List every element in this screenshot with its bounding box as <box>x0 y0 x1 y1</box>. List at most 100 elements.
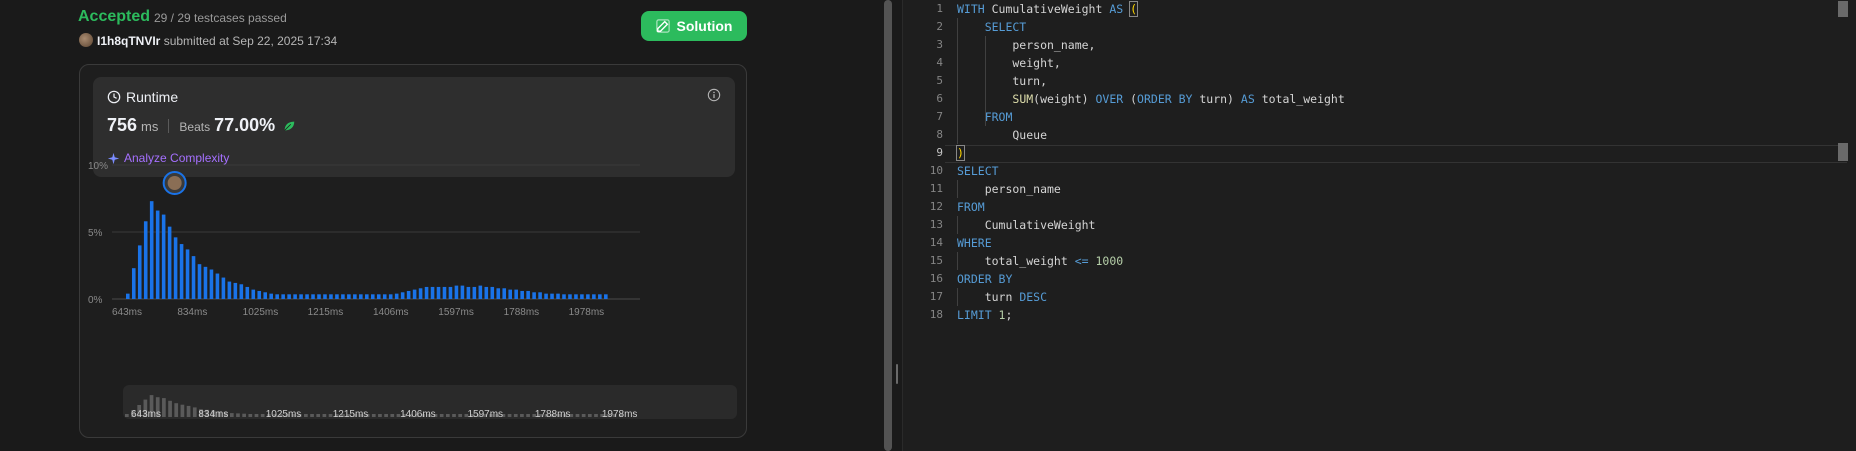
chart-bar <box>592 294 596 299</box>
chart-bar <box>143 221 148 299</box>
line-number: 16 <box>929 272 943 285</box>
avatar[interactable] <box>79 33 93 47</box>
line-number: 1 <box>936 2 943 15</box>
scrollbar[interactable] <box>884 0 892 451</box>
overview-bar <box>174 403 179 417</box>
code-token: ; <box>1005 308 1013 322</box>
chart-bar <box>574 294 578 299</box>
chart-bar <box>287 294 291 299</box>
chart-bar <box>478 285 483 299</box>
code-line[interactable]: person_name <box>957 180 1061 198</box>
line-number: 4 <box>936 56 943 69</box>
username-link[interactable]: I1h8qTNVIr <box>97 34 160 48</box>
chart-overview-scrubber[interactable]: 643ms 834ms 1025ms 1215ms 1406ms 1597ms 1788ms… <box>123 385 737 420</box>
code-line[interactable]: FROM <box>957 198 985 216</box>
code-line[interactable]: Queue <box>957 126 1047 144</box>
code-line[interactable]: SELECT <box>957 162 999 180</box>
code-token: person_name, <box>957 38 1096 52</box>
x-tick-label: 1597ms <box>438 307 474 318</box>
chart-bar <box>418 288 423 299</box>
code-line[interactable]: total_weight <= 1000 <box>957 252 1124 270</box>
line-number: 2 <box>936 20 943 33</box>
overview-bar <box>186 405 191 417</box>
chart-bar <box>454 285 459 299</box>
chart-bar <box>580 294 584 299</box>
chart-bar <box>299 294 303 299</box>
overview-bar <box>229 413 234 417</box>
overview-bar <box>390 414 395 417</box>
testcases-count: 29 / 29 testcases passed <box>154 11 287 25</box>
code-line[interactable]: weight, <box>957 54 1060 72</box>
overview-bar <box>507 414 512 417</box>
overview-chart: 643ms 834ms 1025ms 1215ms 1406ms 1597ms 1788ms… <box>125 395 638 420</box>
code-token: OVER <box>1095 92 1131 106</box>
chart-bar <box>257 290 262 299</box>
code-line[interactable]: SELECT <box>957 18 1027 36</box>
code-line[interactable]: ORDER BY <box>957 270 1012 288</box>
chart-bar <box>568 294 572 299</box>
overview-tick-label: 1406ms <box>400 409 436 419</box>
overview-bar <box>526 414 530 417</box>
code-line[interactable]: ) <box>956 144 965 162</box>
panel-splitter[interactable] <box>880 0 902 451</box>
chart-bar <box>400 292 405 299</box>
code-line[interactable]: WHERE <box>957 234 992 252</box>
overview-tick-label: 1025ms <box>266 409 302 419</box>
chart-bar <box>293 294 297 299</box>
editor-scrollbar[interactable] <box>1836 0 1850 451</box>
solution-button[interactable]: Solution <box>641 11 747 41</box>
code-token: AS <box>1240 92 1262 106</box>
chart-bar <box>251 289 256 299</box>
x-tick-label: 643ms <box>112 307 142 318</box>
overview-bar <box>192 407 197 417</box>
code-line[interactable]: turn DESC <box>957 288 1047 306</box>
line-number: 17 <box>929 290 943 303</box>
scrollbar-marker <box>1838 143 1848 161</box>
chart-bar <box>472 286 477 299</box>
code-line[interactable]: SUM(weight) OVER (ORDER BY turn) AS tota… <box>957 90 1344 108</box>
code-token: Queue <box>957 128 1048 142</box>
chart-bar <box>215 273 220 299</box>
code-line[interactable]: person_name, <box>957 36 1095 54</box>
chart-bar <box>538 292 542 299</box>
chart-bar <box>239 284 244 299</box>
line-number: 6 <box>936 92 943 105</box>
x-tick-label: 834ms <box>177 307 207 318</box>
code-token: <= <box>1074 254 1096 268</box>
line-number: 13 <box>929 218 943 231</box>
runtime-distribution-chart: 10% 5% 0% 643ms 834ms 1025ms 1215ms 1406ms 1597m… <box>88 161 640 318</box>
chart-bar <box>430 286 435 299</box>
chart-bar <box>394 293 399 299</box>
code-token: turn <box>957 290 1020 304</box>
code-line[interactable]: LIMIT 1; <box>957 306 1012 324</box>
line-number: 7 <box>936 110 943 123</box>
line-number: 12 <box>929 200 943 213</box>
chart-bar <box>137 245 142 299</box>
chart-bar <box>209 269 214 299</box>
line-number: 5 <box>936 74 943 87</box>
chart-bar <box>221 277 226 299</box>
code-token: SELECT <box>957 164 999 178</box>
code-line[interactable]: CumulativeWeight <box>957 216 1096 234</box>
indent-guide <box>957 180 958 198</box>
chart-bar <box>448 286 453 299</box>
chart-bar <box>436 286 441 299</box>
x-tick-label: 1025ms <box>243 307 279 318</box>
code-editor[interactable]: 1 2 3 4 5 6 7 8 9 10 11 12 13 14 15 16 17 18 WITH Cumulat… <box>902 0 1856 451</box>
chart-bar <box>514 289 518 299</box>
y-tick-label: 5% <box>88 228 103 239</box>
submitter-line: I1h8qTNVIr submitted at Sep 22, 2025 17:… <box>97 34 337 48</box>
code-token: total_weight <box>957 254 1075 268</box>
overview-bar <box>162 398 166 417</box>
resize-handle[interactable] <box>896 364 898 384</box>
chart-bar <box>131 268 136 299</box>
code-line[interactable]: WITH CumulativeWeight AS ( <box>957 0 1139 18</box>
chart-bar <box>305 294 309 299</box>
line-number: 18 <box>929 308 943 321</box>
overview-bar <box>180 404 185 417</box>
code-line[interactable]: turn, <box>957 72 1047 90</box>
overview-tick-label: 1978ms <box>602 409 638 419</box>
overview-bar <box>587 414 592 417</box>
code-token: ( <box>1130 92 1138 106</box>
y-tick-label: 10% <box>88 161 108 172</box>
